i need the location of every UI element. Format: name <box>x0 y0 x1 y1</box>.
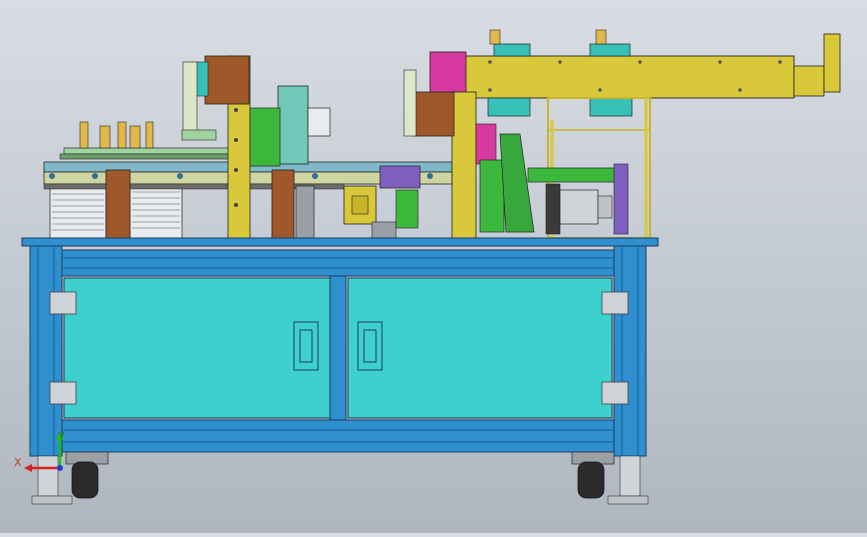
left-pick-place-column <box>181 55 251 239</box>
drive-motor-unit <box>527 163 629 235</box>
left-caster <box>31 451 109 505</box>
cad-drawing: X Y <box>0 0 867 533</box>
y-axis-label: Y <box>58 430 65 443</box>
machine-elevation-view <box>21 29 841 505</box>
x-axis-label: X <box>14 456 22 469</box>
right-caster <box>571 451 649 505</box>
